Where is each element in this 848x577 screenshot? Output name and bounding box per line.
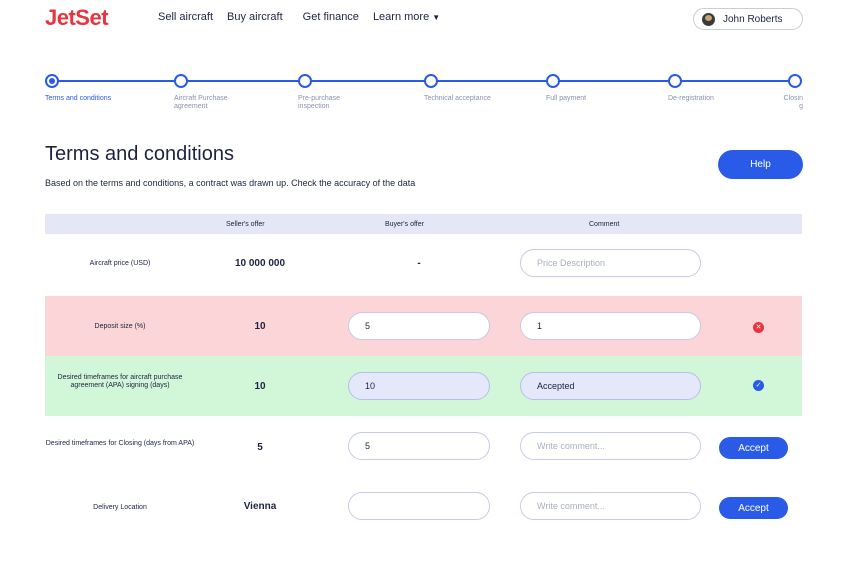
column-header-buyer: Buyer's offer (385, 221, 424, 228)
column-header-seller: Seller's offer (226, 221, 265, 228)
step-dot-technical[interactable] (424, 74, 438, 88)
page-subtitle: Based on the terms and conditions, a con… (45, 178, 416, 188)
table-row-delivery-location: Delivery Location Vienna Write comment..… (45, 477, 802, 537)
nav-get-finance[interactable]: Get finance (303, 11, 359, 23)
table-row-deposit-size: Deposit size (%) 10 5 1 ✕ (45, 296, 802, 356)
table-header: Seller's offer Buyer's offer Comment (45, 214, 802, 234)
comment-placeholder: Price Description (537, 258, 606, 268)
buyer-offer-value: 5 (365, 321, 371, 331)
user-name: John Roberts (723, 13, 783, 25)
user-menu[interactable]: John Roberts (693, 8, 803, 30)
step-label-inspection[interactable]: Pre-purchase inspection (298, 95, 353, 111)
seller-offer-value: Vienna (243, 501, 277, 512)
step-dot-deregistration[interactable] (668, 74, 682, 88)
step-label-terms[interactable]: Terms and conditions (45, 95, 135, 103)
step-dot-apa[interactable] (174, 74, 188, 88)
logo[interactable]: JetSet (45, 5, 109, 31)
accept-button[interactable]: Accept (719, 497, 788, 519)
buyer-offer-input[interactable]: 5 (348, 432, 490, 460)
step-label-apa[interactable]: Aircraft Purchase agreement (174, 95, 244, 111)
buyer-offer-input[interactable]: 10 (348, 372, 490, 400)
table-row-apa-signing: Desired timeframes for aircraft purchase… (45, 356, 802, 416)
step-dot-closing[interactable] (788, 74, 802, 88)
comment-placeholder: Write comment... (537, 501, 605, 511)
row-label: Aircraft price (USD) (89, 260, 151, 267)
buyer-offer-input[interactable] (348, 492, 490, 520)
comment-value: Accepted (537, 381, 575, 391)
nav-learn-more-label: Learn more (372, 11, 430, 23)
main-nav: Sell aircraft Buy aircraft Get finance L… (158, 11, 440, 23)
check-icon: ✓ (753, 380, 764, 391)
column-header-comment: Comment (589, 221, 620, 228)
step-label-technical[interactable]: Technical acceptance (424, 95, 514, 103)
page-title: Terms and conditions (45, 143, 234, 165)
comment-value: 1 (537, 321, 543, 331)
step-dot-terms[interactable] (45, 74, 59, 88)
nav-learn-more[interactable]: Learn more ▼ (373, 11, 440, 23)
nav-buy-aircraft[interactable]: Buy aircraft (227, 11, 283, 23)
buyer-offer-value: - (417, 258, 421, 269)
comment-input[interactable]: Write comment... (520, 492, 701, 520)
row-label: Desired timeframes for aircraft purchase… (57, 374, 183, 389)
top-header: JetSet Sell aircraft Buy aircraft Get fi… (0, 0, 848, 40)
row-label: Delivery Location (93, 504, 147, 511)
avatar (702, 12, 715, 26)
step-label-payment[interactable]: Full payment (546, 95, 606, 103)
table-row-closing-timeframe: Desired timeframes for Closing (days fro… (45, 417, 802, 477)
table-row-aircraft-price: Aircraft price (USD) 10 000 000 - Price … (45, 234, 802, 294)
comment-input[interactable]: Accepted (520, 372, 701, 400)
nav-sell-aircraft[interactable]: Sell aircraft (158, 11, 213, 23)
comment-input[interactable]: Price Description (520, 249, 701, 277)
seller-offer-value: 10 (254, 381, 266, 392)
buyer-offer-value: 10 (365, 381, 376, 391)
step-dot-inspection[interactable] (298, 74, 312, 88)
comment-input[interactable]: 1 (520, 312, 701, 340)
comment-placeholder: Write comment... (537, 441, 605, 451)
step-dot-payment[interactable] (546, 74, 560, 88)
help-button[interactable]: Help (718, 150, 803, 179)
rejected-icon: ✕ (753, 322, 764, 333)
step-label-closing[interactable]: Closing (780, 95, 803, 111)
step-label-deregistration[interactable]: De-registration (668, 95, 728, 103)
row-label: Desired timeframes for Closing (days fro… (45, 440, 195, 447)
chevron-down-icon: ▼ (432, 13, 441, 22)
row-label: Deposit size (%) (94, 323, 146, 330)
seller-offer-value: 5 (257, 442, 263, 453)
buyer-offer-input[interactable]: 5 (348, 312, 490, 340)
seller-offer-value: 10 000 000 (234, 258, 286, 269)
seller-offer-value: 10 (254, 321, 266, 332)
accept-button[interactable]: Accept (719, 437, 788, 459)
comment-input[interactable]: Write comment... (520, 432, 701, 460)
buyer-offer-value: 5 (365, 441, 371, 451)
